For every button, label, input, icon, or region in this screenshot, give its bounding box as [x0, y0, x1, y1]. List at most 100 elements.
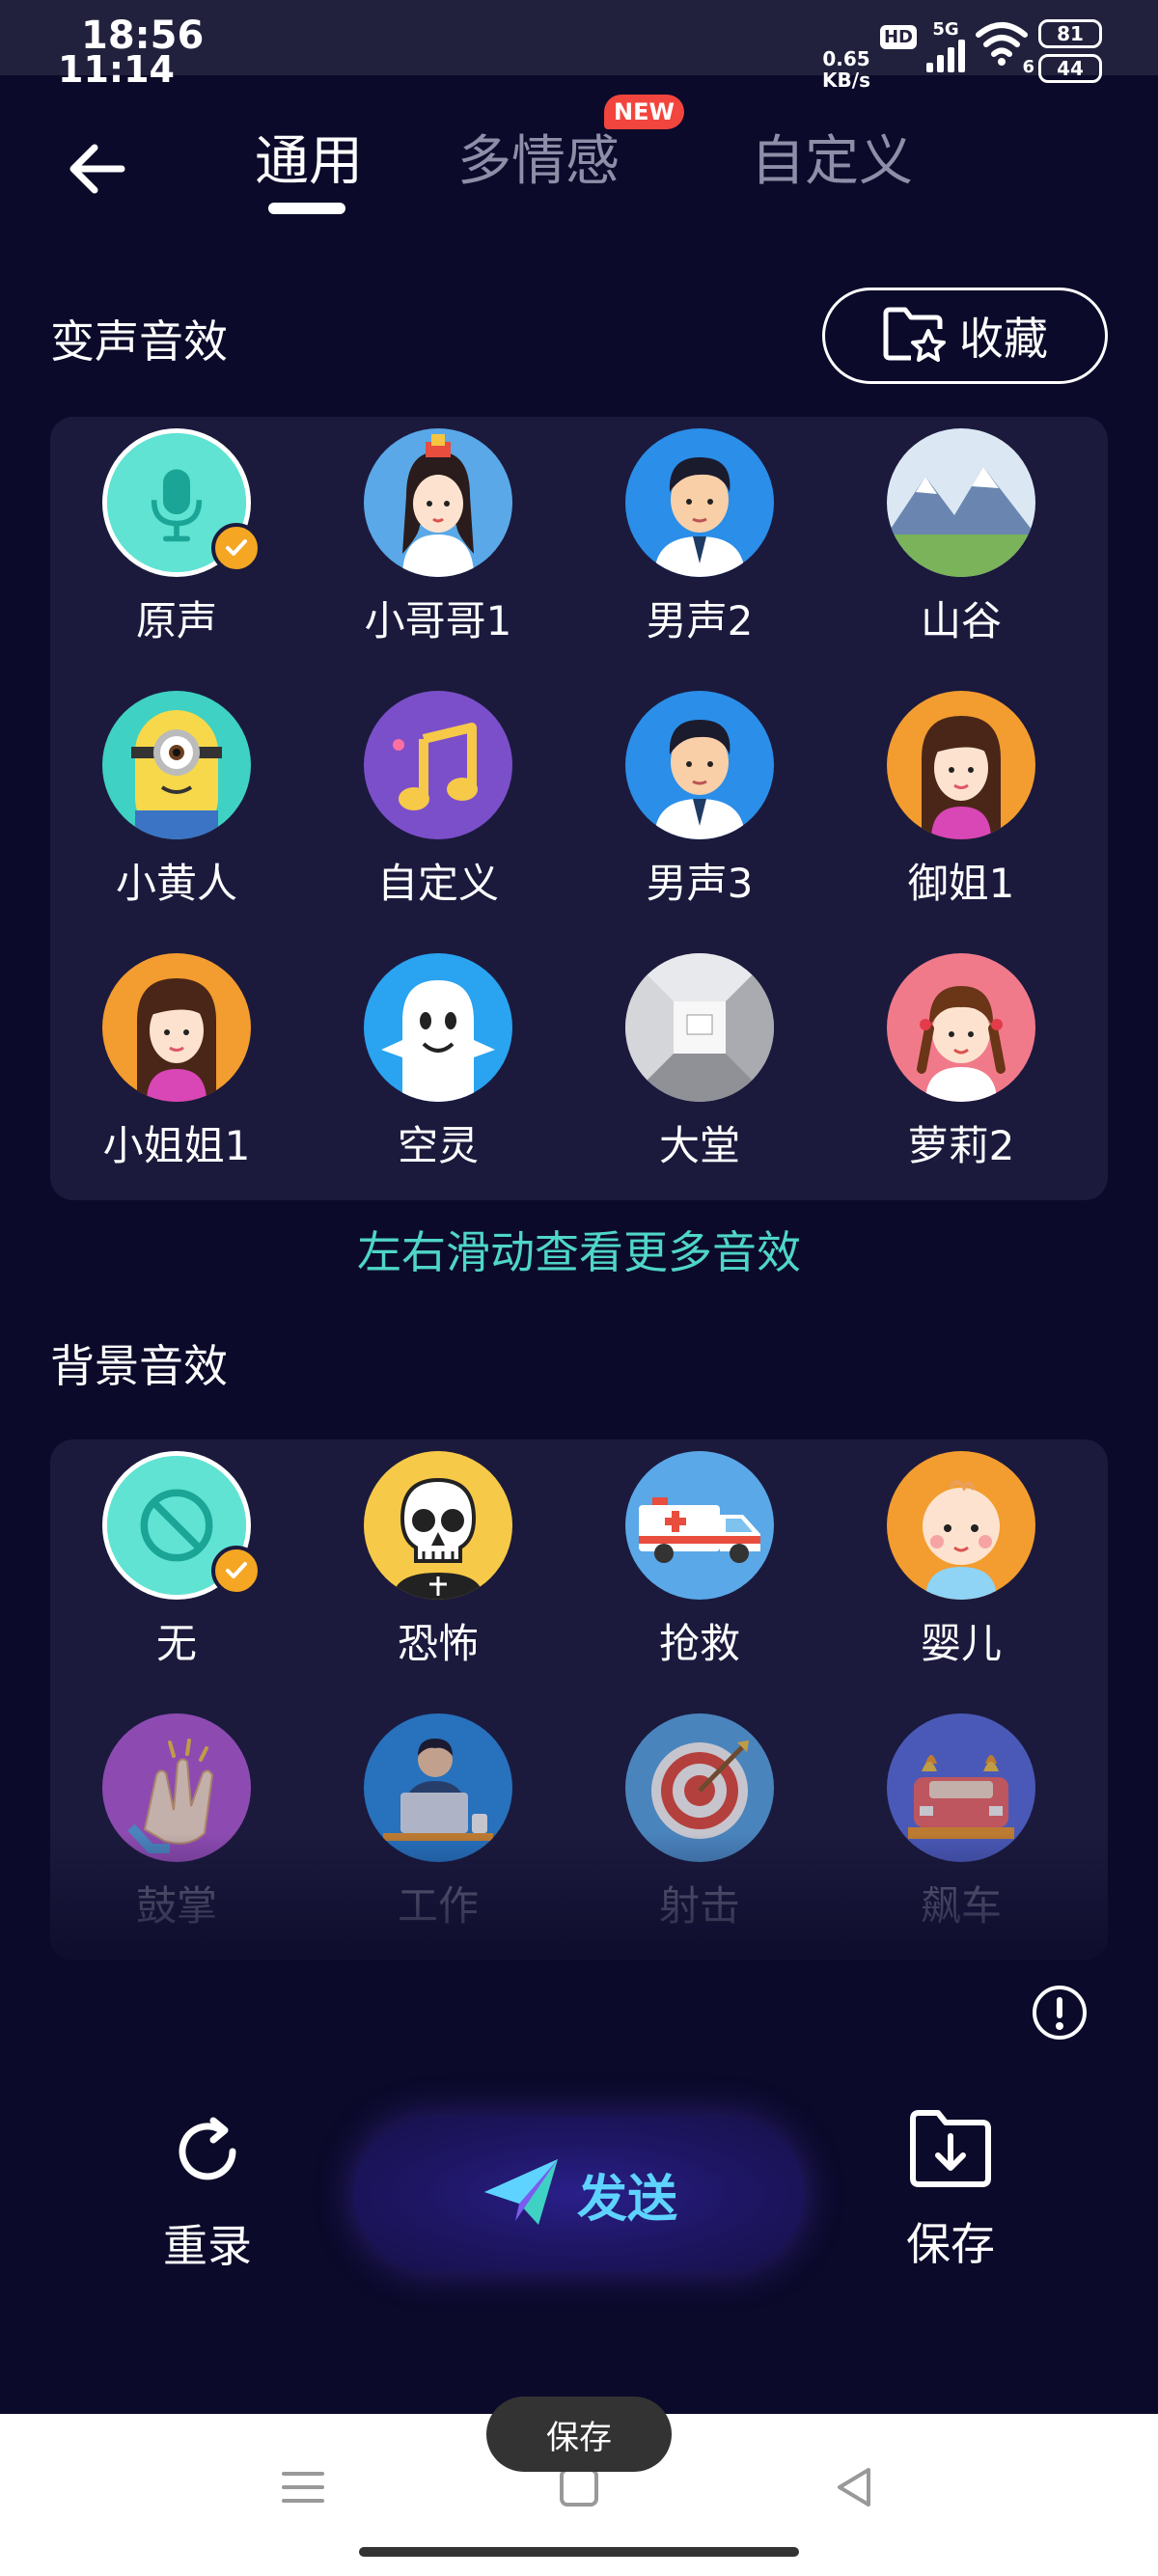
- target-icon: [625, 1713, 774, 1862]
- voice-item-loli2[interactable]: 萝莉2: [845, 953, 1077, 1172]
- bg-item-label: 婴儿: [920, 1620, 1002, 1667]
- send-label: 发送: [576, 2170, 677, 2229]
- battery-indicators: 81 44: [1038, 19, 1102, 83]
- net-speed-unit: KB/s: [822, 69, 870, 92]
- favorites-label: 收藏: [959, 313, 1048, 365]
- hd-badge: HD: [879, 25, 917, 49]
- voice-item-male3[interactable]: 男声3: [584, 691, 815, 910]
- voice-item-label: 空灵: [397, 1122, 479, 1169]
- home-indicator[interactable]: [359, 2547, 799, 2557]
- new-badge: NEW: [604, 95, 684, 129]
- minion-avatar: [102, 691, 251, 839]
- info-icon[interactable]: [1031, 1984, 1089, 2042]
- bg-item-label: 飙车: [920, 1882, 1002, 1930]
- back-arrow-icon[interactable]: [64, 135, 131, 203]
- voice-effects-title: 变声音效: [50, 315, 228, 368]
- battery-icon: 81: [1038, 19, 1102, 48]
- voice-item-label: 山谷: [920, 597, 1002, 644]
- rerecord-button[interactable]: 重录: [145, 2113, 270, 2275]
- bg-item-shooting[interactable]: 射击: [584, 1713, 815, 1932]
- bg-item-horror[interactable]: 恐怖: [322, 1451, 554, 1670]
- voice-item-lady1[interactable]: 御姐1: [845, 691, 1077, 910]
- save-button[interactable]: 保存: [888, 2105, 1013, 2273]
- bg-item-work[interactable]: 工作: [322, 1713, 554, 1932]
- bg-item-racing[interactable]: 飙车: [845, 1713, 1077, 1932]
- tab-general[interactable]: 通用: [255, 118, 363, 196]
- background-effects-panel: 无 恐怖 抢救 婴儿 鼓掌 工作 射击 飙车: [50, 1439, 1108, 1960]
- selected-check-icon: [211, 523, 262, 573]
- swipe-hint: 左右滑动查看更多音效: [357, 1226, 801, 1278]
- voice-item-label: 大堂: [658, 1122, 740, 1169]
- bg-item-label: 鼓掌: [135, 1882, 217, 1930]
- bg-item-label: 恐怖: [397, 1620, 479, 1667]
- bg-item-rescue[interactable]: 抢救: [584, 1451, 815, 1670]
- bg-item-label: 射击: [658, 1882, 740, 1930]
- network-type: 5G: [932, 19, 959, 40]
- tab-active-indicator: [268, 203, 345, 214]
- clapping-hands-icon: [102, 1713, 251, 1862]
- refresh-icon: [145, 2113, 270, 2194]
- man-avatar: [625, 691, 774, 839]
- battery-icon-secondary: 44: [1038, 54, 1102, 83]
- net-speed: 0.65 KB/s: [822, 48, 870, 91]
- wifi-number: 6: [1022, 57, 1034, 77]
- ambulance-icon: [625, 1451, 774, 1600]
- save-label: 保存: [906, 2218, 995, 2270]
- voice-item-label: 小哥哥1: [364, 597, 512, 644]
- woman-avatar: [102, 953, 251, 1102]
- mountain-landscape: [887, 428, 1035, 577]
- status-indicators: 0.65 KB/s HD 5G 6 81 44: [822, 19, 1102, 91]
- selected-check-icon: [211, 1546, 262, 1596]
- bg-item-label: 工作: [397, 1882, 479, 1930]
- voice-item-label: 原声: [135, 597, 217, 644]
- voice-item-original[interactable]: 原声: [61, 428, 292, 647]
- wifi-icon: 6: [975, 19, 1034, 77]
- signal-bars-icon: [926, 40, 965, 72]
- send-button[interactable]: 发送: [353, 2117, 805, 2271]
- voice-item-label: 萝莉2: [907, 1122, 1015, 1169]
- net-speed-value: 0.65: [822, 47, 870, 70]
- background-effects-title: 背景音效: [50, 1340, 228, 1392]
- voice-item-ethereal[interactable]: 空灵: [322, 953, 554, 1172]
- woman-avatar: [887, 691, 1035, 839]
- voice-item-boy1[interactable]: 小哥哥1: [322, 428, 554, 647]
- man-avatar: [625, 428, 774, 577]
- voice-item-label: 男声2: [646, 597, 754, 644]
- worker-laptop-icon: [364, 1713, 512, 1862]
- status-time-secondary: 11:14: [58, 48, 175, 91]
- ghost-avatar: [364, 953, 512, 1102]
- back-triangle-icon[interactable]: [826, 2458, 884, 2516]
- voice-effects-panel: 原声 小哥哥1 男声2 山谷 小黄人 自定义 男声3 御姐1 小姐姐1 空灵 大…: [50, 417, 1108, 1200]
- skull-icon: [364, 1451, 512, 1600]
- status-bar: 18:56 11:14 0.65 KB/s HD 5G 6 81 44: [0, 0, 1158, 91]
- tab-multi-emotion[interactable]: 多情感: [457, 118, 620, 196]
- voice-item-label: 自定义: [376, 860, 499, 907]
- voice-item-label: 小黄人: [115, 860, 237, 907]
- girl-avatar: [887, 953, 1035, 1102]
- voice-item-label: 男声3: [646, 860, 754, 907]
- folder-star-icon: [882, 306, 946, 366]
- folder-download-icon: [888, 2105, 1013, 2192]
- hall-interior: [625, 953, 774, 1102]
- bg-item-none[interactable]: 无: [61, 1451, 292, 1670]
- ancient-boy-avatar: [364, 428, 512, 577]
- menu-icon[interactable]: [274, 2458, 332, 2516]
- baby-avatar: [887, 1451, 1035, 1600]
- cell-signal: 5G: [926, 19, 965, 72]
- favorites-button[interactable]: 收藏: [822, 288, 1108, 384]
- voice-item-label: 御姐1: [907, 860, 1015, 907]
- voice-item-custom[interactable]: 自定义: [322, 691, 554, 910]
- tab-custom[interactable]: 自定义: [751, 118, 913, 196]
- voice-item-sister1[interactable]: 小姐姐1: [61, 953, 292, 1172]
- save-toast: 保存: [486, 2397, 672, 2472]
- bg-item-label: 抢救: [658, 1620, 740, 1667]
- voice-item-hall[interactable]: 大堂: [584, 953, 815, 1172]
- bg-item-label: 无: [155, 1620, 197, 1667]
- bg-item-applause[interactable]: 鼓掌: [61, 1713, 292, 1932]
- top-nav: 通用 多情感 NEW 自定义: [0, 95, 1158, 241]
- voice-item-minion[interactable]: 小黄人: [61, 691, 292, 910]
- bg-item-baby[interactable]: 婴儿: [845, 1451, 1077, 1670]
- paper-plane-icon: [481, 2155, 562, 2233]
- voice-item-valley[interactable]: 山谷: [845, 428, 1077, 647]
- voice-item-male2[interactable]: 男声2: [584, 428, 815, 647]
